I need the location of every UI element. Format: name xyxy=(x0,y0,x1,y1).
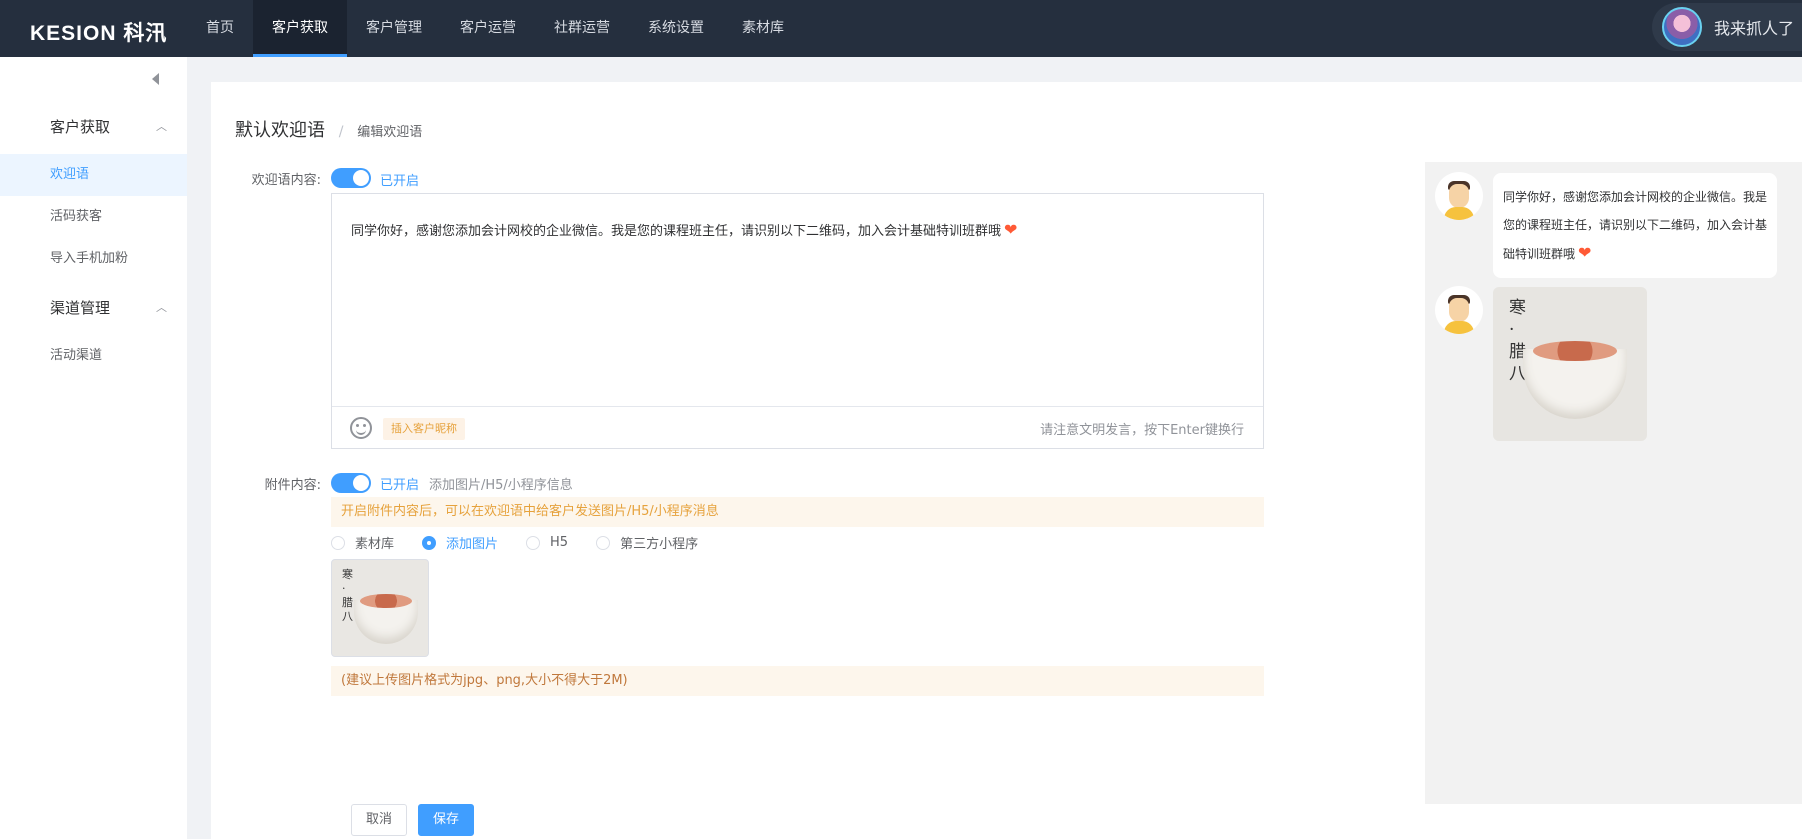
sidebar-item-live-code[interactable]: 活码获客 xyxy=(0,196,187,238)
uploaded-image-thumbnail[interactable]: 寒·腊八 xyxy=(331,559,429,657)
preview-message-bubble: 同学你好，感谢您添加会计网校的企业微信。我是您的课程班主任，请识别以下二维码，加… xyxy=(1493,173,1777,278)
nav-material-library[interactable]: 素材库 xyxy=(723,0,803,57)
avatar-body xyxy=(1444,207,1474,220)
sidebar-item-import-phone[interactable]: 导入手机加粉 xyxy=(0,238,187,280)
welcome-message: 同学你好，感谢您添加会计网校的企业微信。我是您的课程班主任，请识别以下二维码，加… xyxy=(351,224,1002,239)
nav-customer-acquisition[interactable]: 客户获取 xyxy=(253,0,347,57)
cancel-button[interactable]: 取消 xyxy=(351,804,408,836)
welcome-toggle[interactable] xyxy=(331,168,371,188)
heart-emoji: ❤ xyxy=(1578,243,1592,262)
save-button[interactable]: 保存 xyxy=(418,804,475,836)
editor-hint: 请注意文明发言，按下Enter键换行 xyxy=(1040,423,1244,438)
sidebar: 客户获取 ︿ 欢迎语 活码获客 导入手机加粉 渠道管理 ︿ 活动渠道 xyxy=(0,57,187,839)
welcome-editor[interactable]: 同学你好，感谢您添加会计网校的企业微信。我是您的课程班主任，请识别以下二维码，加… xyxy=(331,193,1264,449)
upload-hint: (建议上传图片格式为jpg、png,大小不得大于2M) xyxy=(331,666,1264,696)
radio-dot xyxy=(596,535,611,550)
radio-material-library[interactable]: 素材库 xyxy=(331,533,394,552)
heart-emoji: ❤ xyxy=(1004,220,1018,239)
attachment-content-label: 附件内容: xyxy=(264,478,321,493)
sidebar-group-customer-acquisition[interactable]: 客户获取 ︿ xyxy=(0,107,187,147)
attachment-toggle-text: 已开启 xyxy=(380,478,420,493)
welcome-text[interactable]: 同学你好，感谢您添加会计网校的企业微信。我是您的课程班主任，请识别以下二维码，加… xyxy=(351,220,1017,239)
welcome-content-label: 欢迎语内容: xyxy=(251,173,321,188)
breadcrumb-current: 编辑欢迎语 xyxy=(357,125,423,140)
radio-label: 素材库 xyxy=(355,537,395,552)
sidebar-group-label: 客户获取 xyxy=(50,118,111,136)
avatar-body xyxy=(1444,321,1474,334)
user-name: 我来抓人了 xyxy=(1713,19,1794,38)
insert-nickname-button[interactable]: 插入客户昵称 xyxy=(383,418,465,440)
user-avatar xyxy=(1661,7,1702,47)
breadcrumb-parent[interactable]: 默认欢迎语 xyxy=(235,120,325,141)
attachment-type-radio-group: 素材库 添加图片 H5 第三方小程序 xyxy=(331,533,726,552)
preview-image: 寒·腊八 xyxy=(1493,287,1647,441)
radio-h5[interactable]: H5 xyxy=(526,533,568,552)
top-navbar: KESION 科汛 首页 客户获取 客户管理 客户运营 社群运营 系统设置 素材… xyxy=(0,0,1802,57)
bowl-image xyxy=(1523,341,1627,419)
radio-label: H5 xyxy=(550,535,569,550)
nav-system-settings[interactable]: 系统设置 xyxy=(629,0,723,57)
avatar-face xyxy=(1449,184,1469,208)
preview-message: 同学你好，感谢您添加会计网校的企业微信。我是您的课程班主任，请识别以下二维码，加… xyxy=(1503,190,1768,261)
soup xyxy=(360,594,412,608)
radio-label: 添加图片 xyxy=(446,537,499,552)
breadcrumb: 默认欢迎语 / 编辑欢迎语 xyxy=(235,116,422,142)
radio-add-image[interactable]: 添加图片 xyxy=(422,533,498,552)
emoji-icon[interactable] xyxy=(350,417,372,439)
collapse-sidebar-icon[interactable] xyxy=(152,73,159,85)
chevron-up-icon: ︿ xyxy=(156,301,167,314)
main-nav: 首页 客户获取 客户管理 客户运营 社群运营 系统设置 素材库 xyxy=(187,0,803,57)
nav-customer-management[interactable]: 客户管理 xyxy=(347,0,441,57)
sidebar-group-label: 渠道管理 xyxy=(50,299,111,317)
radio-dot xyxy=(526,535,541,550)
add-attachment-link[interactable]: 添加图片/H5/小程序信息 xyxy=(429,474,573,493)
sidebar-item-welcome[interactable]: 欢迎语 xyxy=(0,154,187,196)
editor-toolbar: 插入客户昵称 请注意文明发言，按下Enter键换行 xyxy=(332,406,1263,448)
radio-label: 第三方小程序 xyxy=(620,537,699,552)
brand-logo[interactable]: KESION 科汛 xyxy=(30,17,167,47)
radio-dot xyxy=(331,535,345,550)
sidebar-item-activity-channel[interactable]: 活动渠道 xyxy=(0,335,187,377)
avatar-face xyxy=(1449,298,1469,322)
nav-home[interactable]: 首页 xyxy=(187,0,253,57)
sidebar-group-channel[interactable]: 渠道管理 ︿ xyxy=(0,288,187,328)
soup xyxy=(1533,341,1617,361)
user-menu[interactable]: 我来抓人了 xyxy=(1651,3,1802,51)
nav-customer-operation[interactable]: 客户运营 xyxy=(441,0,535,57)
radio-mini-program[interactable]: 第三方小程序 xyxy=(596,533,698,552)
sender-avatar xyxy=(1435,286,1483,334)
chevron-up-icon: ︿ xyxy=(156,120,167,133)
sender-avatar xyxy=(1435,172,1483,220)
image-caption: 寒·腊八 xyxy=(342,568,353,623)
nav-community-operation[interactable]: 社群运营 xyxy=(535,0,629,57)
phone-preview: 同学你好，感谢您添加会计网校的企业微信。我是您的课程班主任，请识别以下二维码，加… xyxy=(1425,162,1802,804)
welcome-toggle-text: 已开启 xyxy=(380,174,420,189)
breadcrumb-separator: / xyxy=(338,124,344,140)
attachment-toggle[interactable] xyxy=(331,473,371,493)
attachment-notice: 开启附件内容后，可以在欢迎语中给客户发送图片/H5/小程序消息 xyxy=(331,497,1264,527)
bowl-image xyxy=(354,594,418,644)
radio-dot xyxy=(422,535,437,550)
